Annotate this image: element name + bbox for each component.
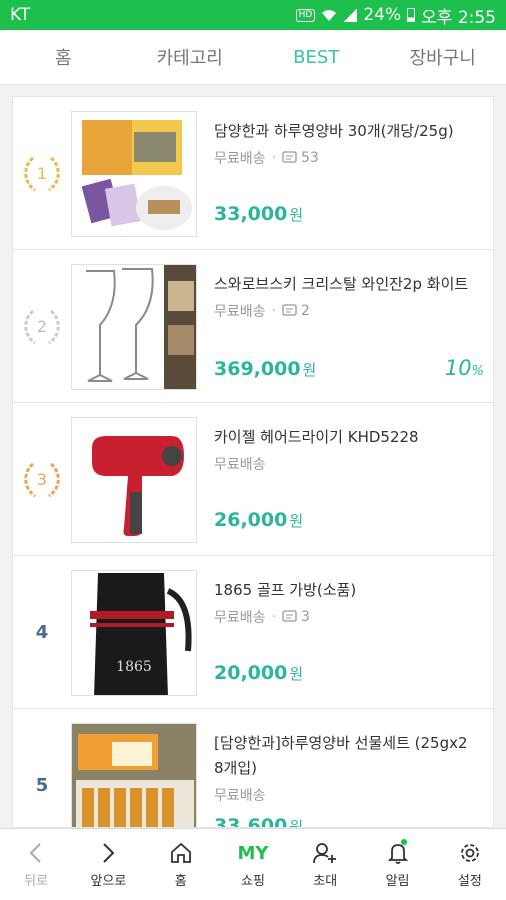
comment-icon xyxy=(282,151,297,163)
shipping-label: 무료배송 xyxy=(214,151,266,167)
nav-notification-button[interactable]: 알림 xyxy=(361,829,433,900)
hd-badge: HD xyxy=(295,8,316,22)
battery-percent: 24% xyxy=(363,5,402,25)
nav-home-button[interactable]: 홈 xyxy=(145,829,217,900)
clock: 오후 2:55 xyxy=(421,7,496,28)
status-icons: HD 24% 오후 2:55 xyxy=(295,3,496,28)
gear-icon xyxy=(459,840,481,866)
svg-text:2: 2 xyxy=(37,317,47,336)
laurel-icon: 3 xyxy=(24,462,60,498)
nav-invite-button[interactable]: 초대 xyxy=(289,829,361,900)
svg-text:3: 3 xyxy=(37,470,47,489)
shipping-label: 무료배송 xyxy=(214,788,266,804)
nav-label: 앞으로 xyxy=(90,874,127,889)
rank-number: 5 xyxy=(35,774,49,796)
add-user-icon xyxy=(312,840,338,866)
product-image[interactable] xyxy=(71,264,197,390)
nav-back-button[interactable]: 뒤로 xyxy=(0,829,72,900)
battery-icon xyxy=(407,8,416,22)
product-title[interactable]: 카이젤 헤어드라이기 KHD5228 xyxy=(214,425,476,450)
tab-cart[interactable]: 장바구니 xyxy=(380,30,506,84)
comment-icon xyxy=(282,304,297,316)
shipping-label: 무료배송 xyxy=(214,457,266,473)
nav-forward-button[interactable]: 앞으로 xyxy=(72,829,144,900)
discount-rate: 10% xyxy=(444,356,484,380)
nav-label: 쇼핑 xyxy=(241,874,265,889)
price-value: 20,000 원 xyxy=(214,662,304,684)
product-item[interactable]: 2 스와로브스키 크리스탈 와인잔2p 화이트 무료배송 · 2 369,000… xyxy=(13,250,493,403)
status-bar: KT HD 24% 오후 2:55 xyxy=(0,0,506,30)
price-value: 33,600 원 xyxy=(214,815,304,828)
bottom-nav-bar: 뒤로 앞으로 홈 MY 쇼핑 초대 알림 설정 xyxy=(0,828,506,900)
comment-count: 53 xyxy=(300,150,319,166)
separator: · xyxy=(271,609,276,625)
nav-shopping-button[interactable]: MY 쇼핑 xyxy=(217,829,289,900)
home-icon xyxy=(169,840,193,866)
nav-label: 설정 xyxy=(457,874,482,889)
svg-text:1: 1 xyxy=(37,164,47,183)
rank-number: 4 xyxy=(35,621,49,643)
product-item[interactable]: 5 [담양한과]하루영양바 선물세트 (25gx28개입) 무료배송 33,60… xyxy=(13,709,493,828)
product-title[interactable]: [담양한과]하루영양바 선물세트 (25gx28개입) xyxy=(214,731,476,781)
price-value: 26,000 원 xyxy=(214,509,304,531)
comment-count: 3 xyxy=(300,609,310,625)
product-title[interactable]: 1865 골프 가방(소품) xyxy=(214,578,476,603)
nav-label: 알림 xyxy=(385,874,410,889)
product-item[interactable]: 3 카이젤 헤어드라이기 KHD5228 무료배송 26,000 원 xyxy=(13,403,493,556)
nav-label: 뒤로 xyxy=(24,874,49,889)
rank-badge-bronze: 3 xyxy=(19,403,65,555)
rank-badge-silver: 2 xyxy=(19,250,65,402)
separator: · xyxy=(271,150,276,166)
wifi-icon xyxy=(322,10,337,21)
my-shopping-icon: MY xyxy=(237,842,269,864)
currency-unit: 원 xyxy=(289,206,304,224)
product-title[interactable]: 스와로브스키 크리스탈 와인잔2p 화이트 xyxy=(214,272,476,297)
currency-unit: 원 xyxy=(289,665,304,683)
product-image[interactable] xyxy=(71,111,197,237)
comment-count: 2 xyxy=(300,303,310,319)
carrier-label: KT xyxy=(10,5,31,25)
nav-label: 홈 xyxy=(174,874,187,889)
best-product-list: 1 담양한과 하루영양바 30개(개당/25g) 무료배송 · 53 33,00… xyxy=(12,96,494,828)
nav-settings-button[interactable]: 설정 xyxy=(434,829,506,900)
product-item[interactable]: 1 담양한과 하루영양바 30개(개당/25g) 무료배송 · 53 33,00… xyxy=(13,97,493,250)
tab-category[interactable]: 카테고리 xyxy=(127,30,254,84)
product-title[interactable]: 담양한과 하루영양바 30개(개당/25g) xyxy=(214,119,476,144)
shipping-label: 무료배송 xyxy=(214,304,266,320)
shipping-label: 무료배송 xyxy=(214,610,266,626)
signal-icon xyxy=(343,8,358,22)
currency-unit: 원 xyxy=(289,818,304,828)
svg-text:1865: 1865 xyxy=(116,659,152,675)
chevron-right-icon xyxy=(99,840,117,866)
top-tab-bar: 홈 카테고리 BEST 장바구니 xyxy=(0,30,506,85)
currency-unit: 원 xyxy=(289,512,304,530)
product-image[interactable] xyxy=(71,417,197,543)
laurel-icon: 1 xyxy=(24,156,60,192)
product-image[interactable] xyxy=(71,723,197,827)
separator: · xyxy=(271,303,276,319)
product-item[interactable]: 4 1865 1865 골프 가방(소품) 무료배송 · 3 20,000 원 xyxy=(13,556,493,709)
price-value: 33,000 원 xyxy=(214,203,304,225)
price-value: 369,000 원 xyxy=(214,358,317,380)
rank-badge-gold: 1 xyxy=(19,97,65,249)
currency-unit: 원 xyxy=(302,361,317,379)
chevron-left-icon xyxy=(27,840,45,866)
nav-label: 초대 xyxy=(313,874,338,889)
tab-home[interactable]: 홈 xyxy=(0,30,127,84)
comment-icon xyxy=(282,610,297,622)
product-image[interactable]: 1865 xyxy=(71,570,197,696)
laurel-icon: 2 xyxy=(24,309,60,345)
tab-best[interactable]: BEST xyxy=(253,30,380,84)
